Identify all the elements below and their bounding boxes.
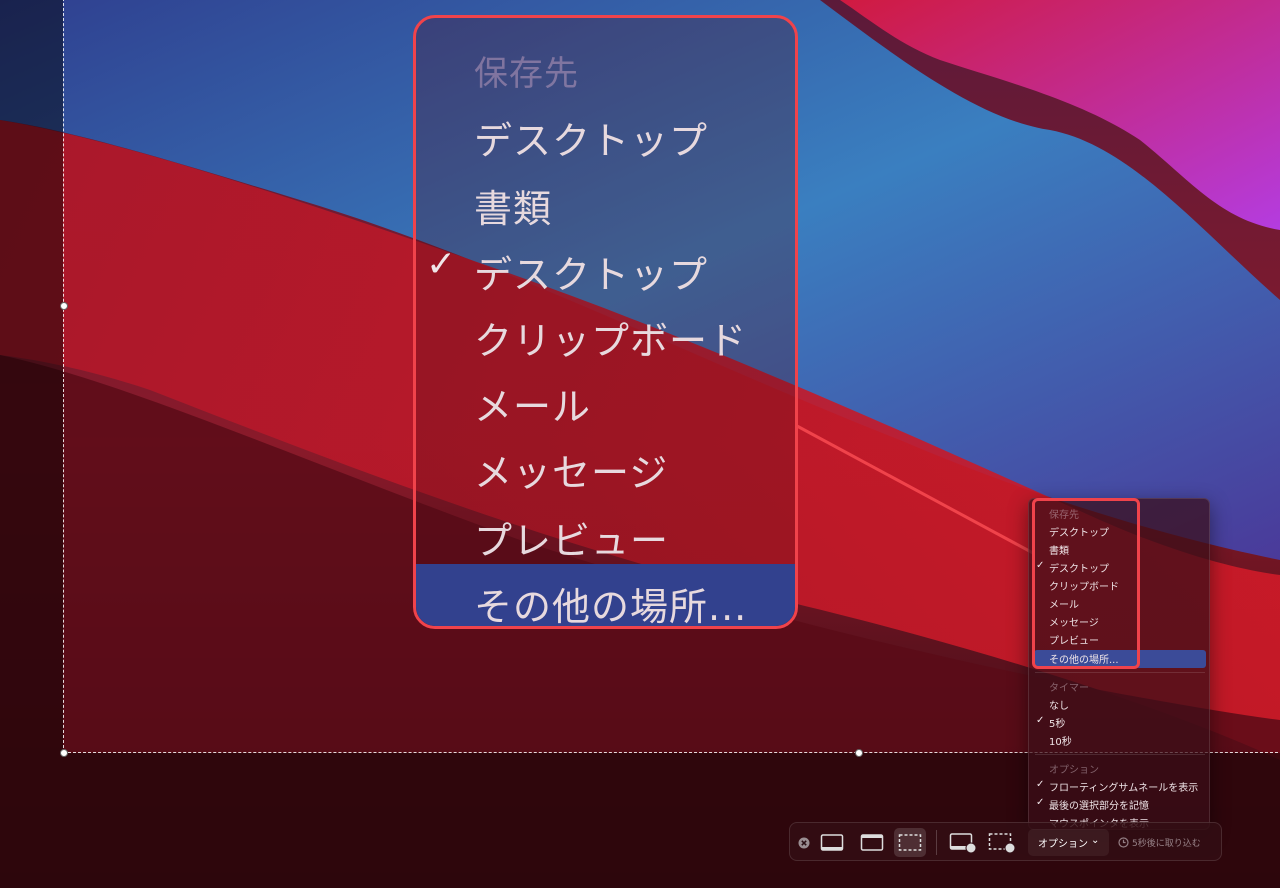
screenshot-toolbar: オプション ⌄ 5秒後に取り込む: [789, 822, 1222, 861]
capture-entire-screen-icon[interactable]: [816, 828, 848, 857]
selection-handle-left[interactable]: [60, 302, 68, 310]
toolbar-separator: [936, 830, 937, 855]
capture-button[interactable]: 5秒後に取り込む: [1118, 829, 1201, 856]
menu-checkmark-icon: ✓: [1036, 779, 1045, 790]
capture-button-label: 5秒後に取り込む: [1132, 839, 1201, 849]
zoom-checkmark-icon: ✓: [426, 244, 457, 285]
zoom-header-save-location: 保存先: [474, 54, 579, 94]
record-entire-screen-icon[interactable]: [947, 828, 979, 857]
options-button[interactable]: オプション ⌄: [1028, 829, 1110, 856]
menu-separator: [1035, 672, 1205, 673]
close-icon[interactable]: [794, 828, 814, 857]
options-button-label: オプション: [1038, 839, 1088, 850]
zoom-item-preview: プレビュー: [474, 519, 670, 563]
capture-selection-icon[interactable]: [894, 828, 926, 857]
zoom-item-documents: 書類: [474, 187, 553, 231]
zoom-callout: 保存先 デスクトップ 書類 ✓ デスクトップ クリップボード メール メッセージ…: [413, 15, 798, 629]
chevron-down-icon: ⌄: [1091, 835, 1100, 846]
menu-item-timer-none[interactable]: なし: [1049, 697, 1069, 712]
menu-highlight-frame: [1032, 498, 1140, 669]
zoom-item-other-location: その他の場所...: [474, 585, 748, 629]
menu-checkmark-icon: ✓: [1036, 715, 1045, 726]
menu-header-timer: タイマー: [1049, 683, 1089, 694]
menu-item-show-floating-thumbnail[interactable]: フローティングサムネールを表示: [1049, 779, 1198, 794]
selection-handle-bottom[interactable]: [855, 749, 863, 757]
dimmed-area-left: [0, 0, 63, 888]
menu-header-options: オプション: [1049, 765, 1099, 776]
zoom-item-mail: メール: [474, 385, 592, 429]
menu-item-timer-10s[interactable]: 10秒: [1049, 733, 1072, 748]
zoom-item-clipboard: クリップボード: [474, 319, 748, 363]
menu-item-timer-5s[interactable]: 5秒: [1049, 715, 1065, 730]
zoom-item-desktop-checked: デスクトップ: [474, 253, 709, 297]
menu-checkmark-icon: ✓: [1036, 797, 1045, 808]
zoom-item-desktop: デスクトップ: [474, 119, 709, 163]
zoom-item-messages: メッセージ: [474, 451, 669, 495]
selection-handle-bottom-left[interactable]: [60, 749, 68, 757]
menu-item-remember-last-selection[interactable]: 最後の選択部分を記憶: [1049, 797, 1149, 812]
menu-separator: [1035, 754, 1205, 755]
record-selection-icon[interactable]: [986, 828, 1018, 857]
capture-window-icon[interactable]: [856, 828, 888, 857]
timer-icon: [1118, 837, 1129, 848]
